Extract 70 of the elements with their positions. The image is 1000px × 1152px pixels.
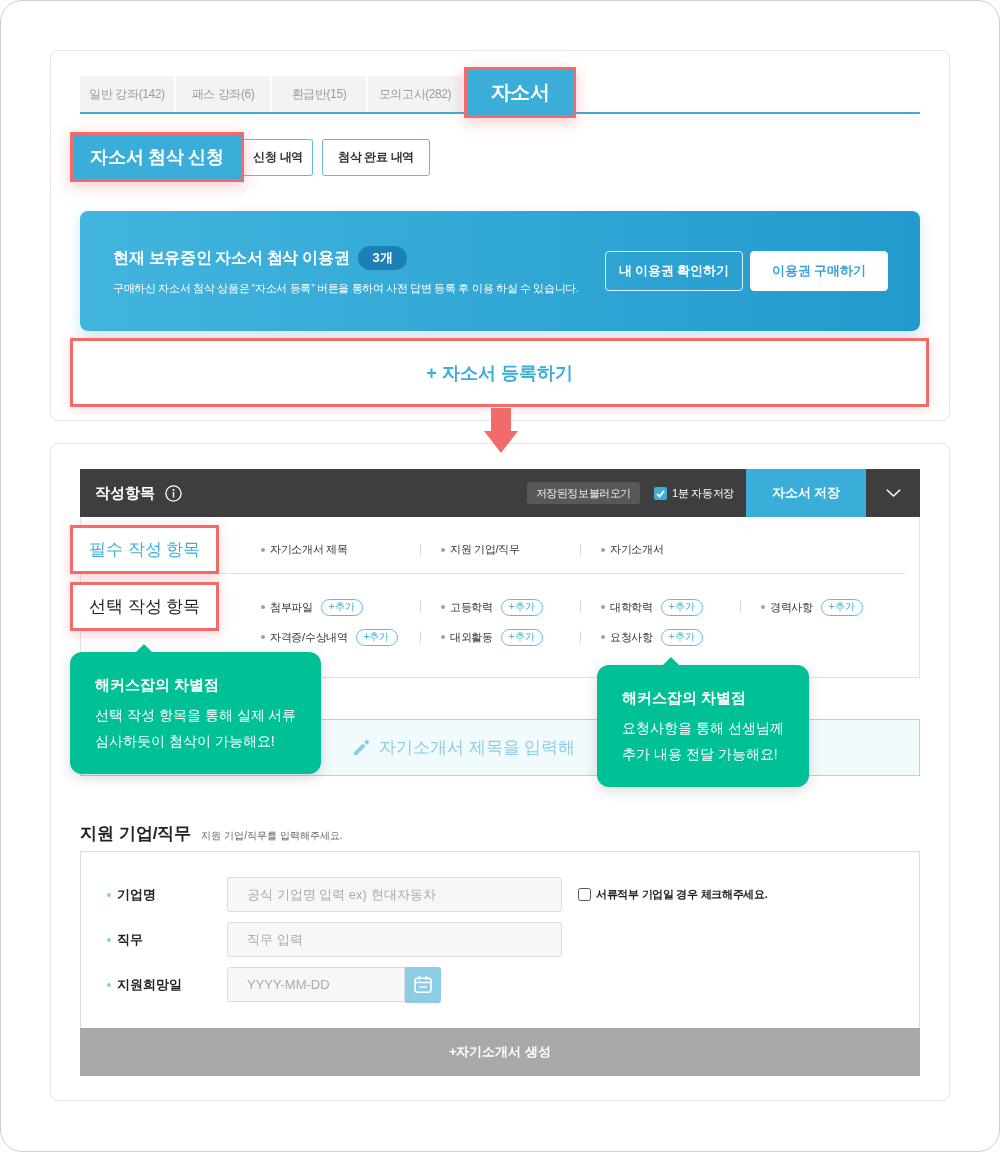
- tab[interactable]: 환급반(15): [272, 76, 366, 112]
- section-hint: 지원 기업/직무를 입력해주세요.: [201, 829, 343, 843]
- bullet-icon: [107, 982, 111, 987]
- add-button[interactable]: +추가: [320, 598, 363, 616]
- save-button[interactable]: 자소서 저장: [746, 469, 866, 517]
- field-label: 직무: [117, 930, 144, 949]
- tab[interactable]: 모의고사(282): [368, 76, 462, 112]
- sub-tab[interactable]: 신청 내역: [244, 138, 313, 176]
- field-label: 지원희망일: [117, 975, 183, 994]
- item-label: 지원 기업/직무: [450, 542, 520, 557]
- tab[interactable]: 자소서: [464, 67, 576, 118]
- add-button[interactable]: +추가: [820, 598, 863, 616]
- info-icon[interactable]: [165, 484, 182, 502]
- bullet-icon: [761, 605, 765, 609]
- sub-tab[interactable]: 자소서 첨삭 신청: [70, 132, 244, 182]
- tooltip-title: 해커스잡의 차별점: [95, 675, 221, 695]
- checkbox[interactable]: [578, 888, 591, 901]
- chevron-down-icon[interactable]: [885, 489, 901, 497]
- create-button[interactable]: +자기소개서 생성: [80, 1028, 920, 1076]
- item-label: 경력사항: [770, 599, 813, 615]
- item-label: 자기소개서: [610, 542, 664, 557]
- bullet-icon: [441, 635, 445, 639]
- item-label: 자기소개서 제목: [270, 542, 348, 557]
- bullet-icon: [601, 635, 605, 639]
- text-input[interactable]: 공식 기업명 입력 ex) 현대자동차: [227, 877, 562, 912]
- item-label: 요청사항: [610, 629, 653, 645]
- tooltip-title: 해커스잡의 차별점: [622, 688, 748, 708]
- bullet-icon: [261, 605, 265, 609]
- section-heading: 지원 기업/직무: [80, 823, 192, 845]
- voucher-button[interactable]: 이용권 구매하기: [750, 251, 888, 291]
- bullet-icon: [601, 605, 605, 609]
- count-badge: 3개: [358, 246, 407, 270]
- add-button[interactable]: +추가: [500, 628, 543, 646]
- bullet-icon: [441, 547, 445, 552]
- add-button[interactable]: +추가: [660, 598, 703, 616]
- section-label: 필수 작성 항목: [70, 525, 220, 574]
- item-label: 자격증/수상내역: [270, 629, 348, 645]
- item-label: 대학학력: [610, 599, 653, 615]
- add-button[interactable]: +추가: [500, 598, 543, 616]
- sub-tab[interactable]: 첨삭 완료 내역: [322, 138, 430, 176]
- field-label: 기업명: [117, 885, 157, 904]
- banner-title: 현재 보유중인 자소서 첨삭 이용권: [113, 247, 350, 268]
- section-label: 선택 작성 항목: [70, 582, 220, 631]
- bullet-icon: [261, 635, 265, 639]
- text-input[interactable]: 직무 입력: [227, 922, 562, 957]
- bullet-icon: [261, 547, 265, 552]
- checkbox-label: 1분 자동저장: [671, 485, 734, 501]
- tooltip-text: 요청사항을 통해 선생님께 추가 내용 전달 가능해요!: [622, 719, 784, 764]
- tab[interactable]: 패스 강좌(6): [176, 76, 270, 112]
- down-arrow-icon: [484, 408, 518, 453]
- pencil-icon: [353, 739, 370, 756]
- banner-note: 구매하신 자소서 첨삭 상품은 “자소서 등록” 버튼을 통하여 사전 답변 등록 후 이용 하실 수 있습니다.: [113, 282, 579, 296]
- calendar-icon: [414, 976, 432, 993]
- bullet-icon: [107, 937, 111, 942]
- add-button[interactable]: +추가: [355, 628, 398, 646]
- item-label: 대외활동: [450, 629, 493, 645]
- bullet-icon: [601, 547, 605, 552]
- bullet-icon: [441, 605, 445, 609]
- bullet-icon: [107, 892, 111, 897]
- load-button[interactable]: 저장된정보불러오기: [526, 482, 640, 504]
- voucher-button[interactable]: 내 이용권 확인하기: [605, 251, 743, 291]
- item-label: 고등학력: [450, 599, 493, 615]
- add-button[interactable]: +추가: [660, 628, 703, 646]
- checkbox[interactable]: [653, 486, 667, 500]
- tab[interactable]: 일반 강좌(142): [80, 76, 174, 112]
- register-button[interactable]: + 자소서 등록하기: [70, 338, 929, 407]
- editor-title: 작성항목: [95, 483, 155, 503]
- checkbox-label: 서류적부 기업일 경우 체크해주세요.: [596, 887, 768, 902]
- item-label: 첨부파일: [270, 599, 313, 615]
- date-input[interactable]: YYYY-MM-DD: [227, 967, 405, 1002]
